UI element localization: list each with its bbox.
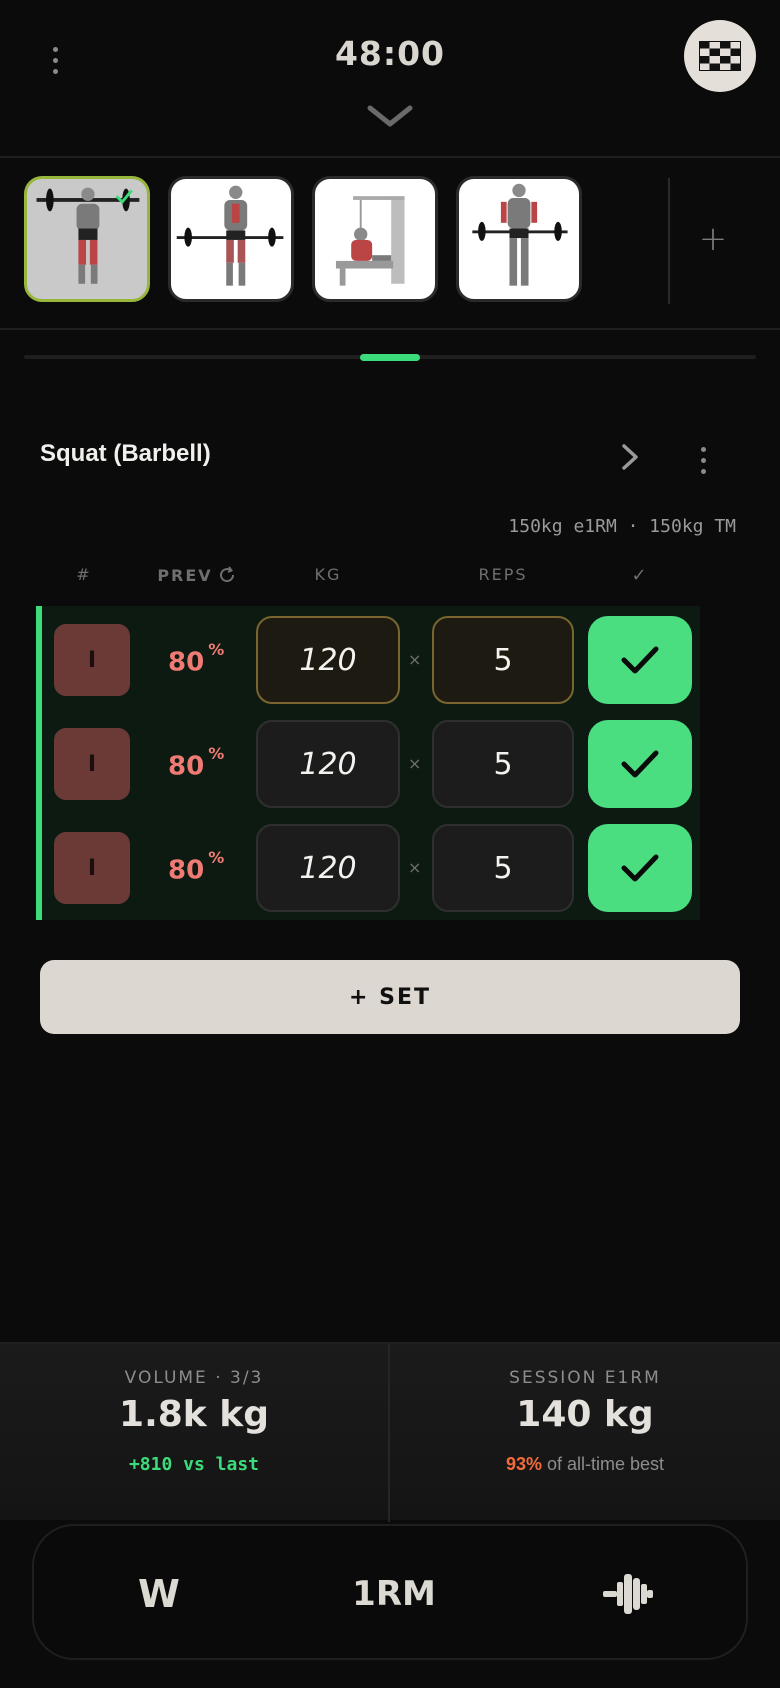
check-icon: [621, 646, 659, 674]
e1rm-label: SESSION E1RM: [509, 1368, 661, 1388]
e1rm-stat: SESSION E1RM 140 kg 93% of all-time best: [390, 1344, 780, 1522]
lat-pulldown-illustration: [335, 196, 405, 286]
previous-value[interactable]: 80%: [168, 848, 224, 886]
bottom-toolbar: W 1RM: [32, 1524, 748, 1660]
volume-label: VOLUME · 3/3: [124, 1368, 264, 1388]
deadlift-illustration: [176, 185, 284, 286]
workout-timer[interactable]: 48:00: [0, 34, 780, 73]
plate-calculator-button[interactable]: [574, 1526, 684, 1662]
exercise-thumb-barbell-curl[interactable]: [456, 176, 582, 302]
col-header-reps: REPS: [478, 565, 528, 584]
top-header: 48:00: [0, 0, 780, 158]
col-header-prev-label: PREV: [157, 565, 213, 585]
times-sign: ×: [408, 650, 422, 669]
previous-value-number: 80: [168, 751, 205, 782]
e1rm-comparison: 93% of all-time best: [390, 1454, 780, 1475]
times-sign: ×: [408, 754, 422, 773]
complete-set-button[interactable]: [588, 616, 692, 704]
checkered-flag-icon: [699, 41, 741, 71]
col-header-done: ✓: [631, 565, 649, 586]
reps-input[interactable]: [432, 824, 574, 912]
exercise-title[interactable]: Squat (Barbell): [40, 440, 211, 468]
volume-delta: +810 vs last: [128, 1454, 260, 1475]
previous-value-unit: %: [208, 848, 225, 867]
exercise-thumb-deadlift[interactable]: [168, 176, 294, 302]
volume-value: 1.8k kg: [119, 1394, 269, 1435]
add-exercise-button[interactable]: +: [690, 208, 736, 270]
warmup-button[interactable]: W: [104, 1526, 214, 1662]
previous-value[interactable]: 80%: [168, 744, 224, 782]
reps-input[interactable]: [432, 720, 574, 808]
e1rm-value: 140 kg: [516, 1394, 654, 1435]
times-sign: ×: [408, 858, 422, 877]
set-type-label: I: [87, 855, 97, 881]
chevron-down-icon[interactable]: [366, 104, 414, 130]
previous-value-unit: %: [208, 744, 225, 763]
chevron-right-icon[interactable]: [618, 442, 644, 472]
set-row: I 80% ×: [42, 606, 700, 704]
complete-set-button[interactable]: [588, 824, 692, 912]
exercise-thumb-squat[interactable]: [24, 176, 150, 302]
col-header-prev[interactable]: PREV: [142, 565, 252, 585]
previous-value[interactable]: 80%: [168, 640, 224, 678]
previous-value-unit: %: [208, 640, 225, 659]
previous-value-number: 80: [168, 855, 205, 886]
exercise-more-icon[interactable]: [690, 442, 716, 478]
squat-illustration: [36, 187, 140, 284]
set-type-label: I: [87, 751, 97, 777]
add-set-button[interactable]: + SET: [40, 960, 740, 1034]
volume-stat: VOLUME · 3/3 1.8k kg +810 vs last: [0, 1344, 390, 1522]
set-row: I 80% ×: [42, 710, 700, 808]
refresh-icon: [219, 566, 234, 583]
col-header-number: #: [76, 565, 92, 584]
exercise-thumb-lat-pulldown[interactable]: [312, 176, 438, 302]
set-row: I 80% ×: [42, 814, 700, 912]
session-stats: VOLUME · 3/3 1.8k kg +810 vs last SESSIO…: [0, 1342, 780, 1522]
e1rm-percent: 93%: [505, 1454, 542, 1474]
e1rm-percent-suffix: of all-time best: [541, 1454, 665, 1474]
rm-info: 150kg e1RM · 150kg TM: [508, 516, 736, 537]
one-rep-max-button[interactable]: 1RM: [334, 1526, 454, 1662]
thumb-divider: [668, 178, 670, 304]
check-icon: [621, 854, 659, 882]
weight-input[interactable]: [256, 720, 400, 808]
set-type-badge[interactable]: I: [54, 832, 130, 904]
weight-input[interactable]: [256, 824, 400, 912]
reps-input[interactable]: [432, 616, 574, 704]
exercise-thumbnail-strip: +: [0, 158, 780, 330]
weight-input[interactable]: [256, 616, 400, 704]
check-icon: [621, 750, 659, 778]
col-header-kg: KG: [314, 565, 342, 584]
complete-set-button[interactable]: [588, 720, 692, 808]
sets-panel: I 80% × I 80% × I 80% ×: [36, 606, 700, 920]
set-type-badge[interactable]: I: [54, 624, 130, 696]
set-type-badge[interactable]: I: [54, 728, 130, 800]
barbell-curl-illustration: [472, 183, 568, 286]
exercise-scroll-indicator[interactable]: [360, 354, 420, 361]
finish-workout-button[interactable]: [684, 20, 756, 92]
plate-loader-icon: [603, 1574, 653, 1614]
previous-value-number: 80: [168, 647, 205, 678]
set-type-label: I: [87, 647, 97, 673]
